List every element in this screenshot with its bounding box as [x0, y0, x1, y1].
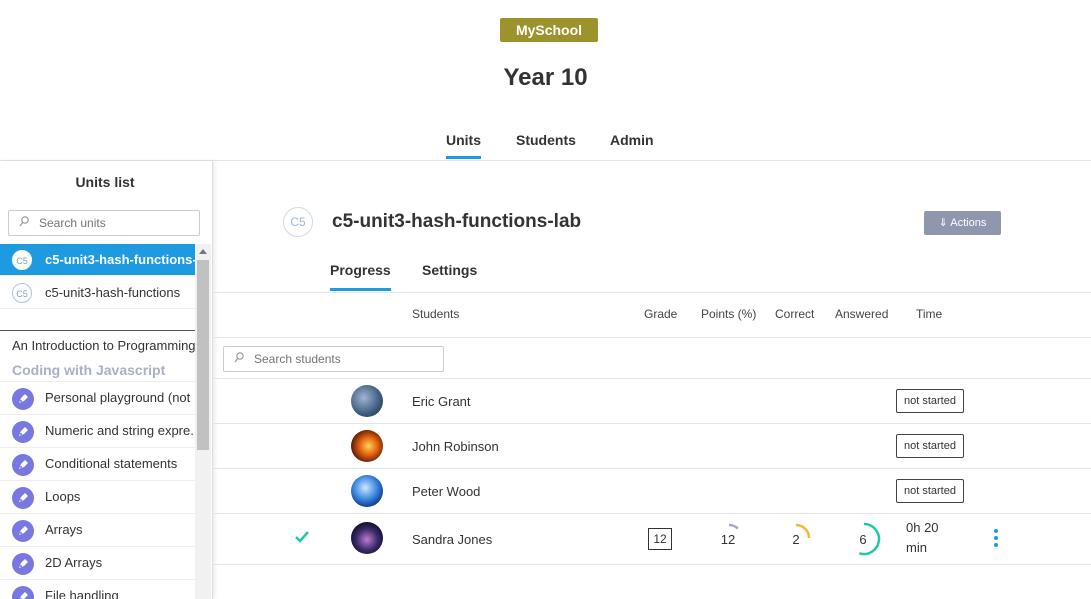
column-students: Students	[412, 307, 460, 321]
course-divider	[0, 330, 195, 331]
lesson-label: 2D Arrays	[45, 555, 103, 570]
pen-icon	[12, 586, 34, 599]
points-value: 12	[720, 532, 736, 547]
tab-progress[interactable]: Progress	[330, 262, 391, 291]
tab-admin[interactable]: Admin	[610, 132, 654, 148]
pen-icon	[12, 520, 34, 542]
actions-button[interactable]: ⇓ Actions	[924, 211, 1001, 235]
tab-units[interactable]: Units	[446, 132, 481, 159]
course-subtitle: Coding with Javascript	[12, 362, 166, 378]
lesson-item[interactable]: Numeric and string expre...	[0, 414, 195, 447]
unit-label: c5-unit3-hash-functions	[45, 285, 181, 300]
course-title[interactable]: An Introduction to Programming	[12, 338, 195, 353]
lesson-label: File handling	[45, 588, 119, 599]
status-badge: not started	[896, 434, 964, 458]
more-options-icon[interactable]	[994, 527, 1000, 550]
lesson-label: Loops	[45, 489, 81, 504]
column-time: Time	[916, 307, 943, 321]
students-search-box[interactable]	[223, 346, 444, 372]
lesson-item[interactable]: Conditional statements	[0, 447, 195, 480]
row-divider	[213, 468, 1091, 469]
student-avatar	[351, 475, 383, 507]
student-name[interactable]: Peter Wood	[412, 484, 480, 499]
student-avatar	[351, 385, 383, 417]
status-badge: not started	[896, 479, 964, 503]
row-divider	[213, 423, 1091, 424]
unit-badge: C5	[12, 283, 32, 303]
unit-label: c5-unit3-hash-functions-lab	[45, 252, 195, 267]
points-ring-arc	[728, 523, 739, 530]
student-name[interactable]: John Robinson	[412, 439, 499, 454]
lesson-item[interactable]: Personal playground (not	[0, 381, 195, 414]
page-title: Year 10	[503, 64, 588, 91]
row-divider	[213, 513, 1091, 514]
unit-badge-large: C5	[283, 207, 313, 237]
pen-icon	[12, 421, 34, 443]
units-search-input[interactable]	[39, 216, 189, 230]
sidebar-scroll-thumb[interactable]	[197, 260, 209, 450]
header-row-divider	[213, 337, 1091, 338]
row-divider	[213, 564, 1091, 565]
tab-settings[interactable]: Settings	[422, 262, 477, 278]
pen-icon	[12, 388, 34, 410]
lesson-label: Arrays	[45, 522, 83, 537]
unit-badge: C5	[12, 250, 32, 270]
column-points: Points (%)	[701, 307, 757, 321]
time-value: 0h 20 min	[906, 518, 939, 558]
time-line-2: min	[906, 540, 927, 555]
units-search-box[interactable]	[8, 210, 200, 236]
tabs-divider	[213, 292, 1091, 293]
tab-students[interactable]: Students	[516, 132, 576, 148]
completed-check-icon	[294, 530, 310, 549]
lesson-item[interactable]: Arrays	[0, 513, 195, 546]
lesson-label: Personal playground (not	[45, 390, 191, 405]
correct-value: 2	[792, 532, 800, 547]
time-line-1: 0h 20	[906, 520, 939, 535]
status-badge: not started	[896, 389, 964, 413]
search-icon	[234, 352, 244, 363]
scroll-up-arrow-icon[interactable]	[199, 249, 207, 254]
units-list-title: Units list	[75, 174, 135, 190]
column-grade: Grade	[644, 307, 678, 321]
unit-title: c5-unit3-hash-functions-lab	[332, 211, 582, 232]
unit-item-hash-functions-lab[interactable]: C5 c5-unit3-hash-functions-lab	[0, 244, 195, 276]
grade-box[interactable]: 12	[648, 528, 672, 550]
brand-badge[interactable]: MySchool	[500, 18, 598, 42]
lesson-label: Conditional statements	[45, 456, 178, 471]
lesson-item[interactable]: 2D Arrays	[0, 546, 195, 579]
column-answered: Answered	[835, 307, 889, 321]
answered-value: 6	[859, 532, 867, 547]
lesson-label: Numeric and string expre...	[45, 423, 195, 438]
student-name[interactable]: Eric Grant	[412, 394, 471, 409]
units-sidebar: Units list C5 c5-unit3-hash-functions-la…	[0, 161, 213, 599]
student-avatar	[351, 430, 383, 462]
pen-icon	[12, 454, 34, 476]
student-avatar	[351, 522, 383, 554]
lesson-item[interactable]: File handling	[0, 579, 195, 599]
student-name[interactable]: Sandra Jones	[412, 532, 492, 547]
column-correct: Correct	[775, 307, 815, 321]
lesson-item[interactable]: Loops	[0, 480, 195, 513]
search-icon	[19, 216, 29, 227]
row-divider	[213, 378, 1091, 379]
pen-icon	[12, 553, 34, 575]
unit-item-hash-functions[interactable]: C5 c5-unit3-hash-functions	[0, 277, 195, 309]
students-search-input[interactable]	[254, 352, 404, 366]
pen-icon	[12, 487, 34, 509]
